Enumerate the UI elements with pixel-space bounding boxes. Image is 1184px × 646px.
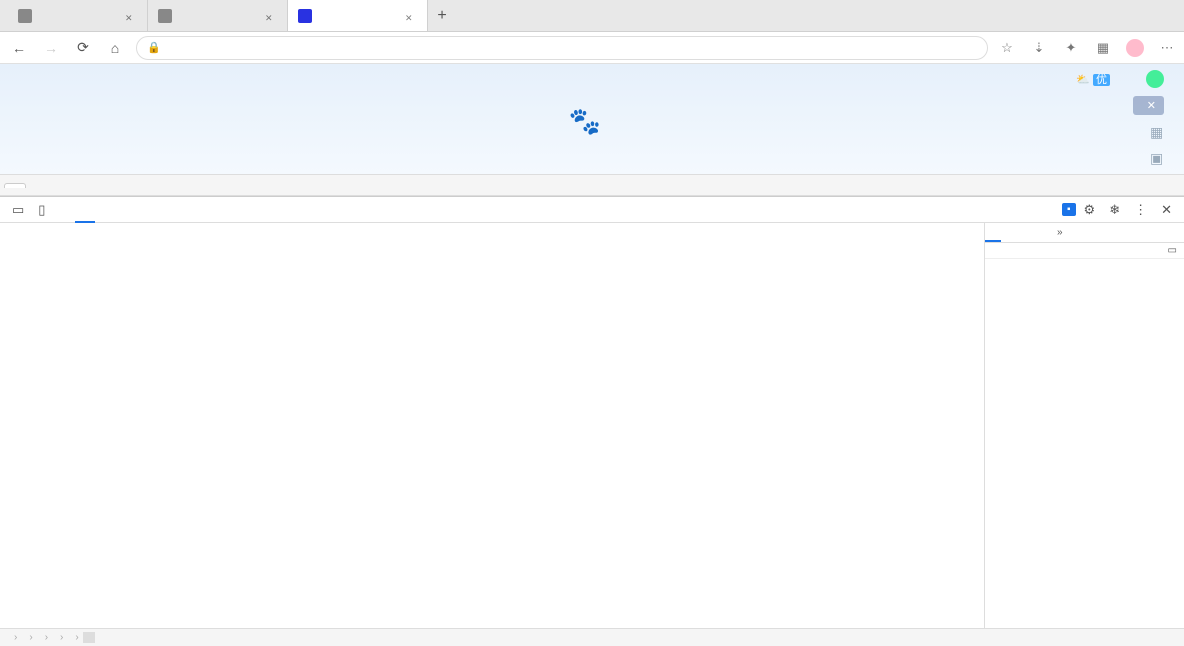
- tab-1[interactable]: [148, 0, 288, 31]
- dt-tab-elements[interactable]: [75, 197, 95, 223]
- dock-icon[interactable]: ▭: [1165, 245, 1180, 256]
- crumb[interactable]: [37, 632, 52, 643]
- elements-panel[interactable]: [0, 223, 984, 628]
- events-tab[interactable]: [1033, 223, 1049, 242]
- user-info[interactable]: [1146, 70, 1168, 88]
- address-bar: ← → ⟳ ⌂ 🔒 ☆ ⇣ ✦ ▦ ⋯: [0, 32, 1184, 64]
- filter-input[interactable]: [989, 245, 1147, 256]
- forward-button[interactable]: →: [40, 37, 62, 59]
- qr-icon[interactable]: ▦: [1150, 124, 1166, 140]
- more-tabs[interactable]: »: [1049, 223, 1071, 242]
- site-tab[interactable]: [4, 183, 26, 188]
- menu-icon[interactable]: ⋯: [1158, 39, 1176, 57]
- crumb[interactable]: [67, 632, 82, 643]
- page-top-nav: ⛅ 优: [0, 64, 1184, 94]
- inspect-icon[interactable]: ▭: [6, 197, 30, 223]
- dt-tab-sources[interactable]: [119, 197, 139, 223]
- styles-body[interactable]: [985, 259, 1184, 628]
- dt-tab-network[interactable]: [141, 197, 161, 223]
- devtools-tabs: ▭ ▯ ▪ ⚙ ❄ ⋮ ✕: [0, 197, 1184, 223]
- close-icon[interactable]: [265, 10, 277, 22]
- dt-tab-welcome[interactable]: [53, 197, 73, 223]
- site-tab-strip: [0, 174, 1184, 196]
- layout-tab[interactable]: [1017, 223, 1033, 242]
- puzzle-icon[interactable]: ✦: [1062, 39, 1080, 57]
- grid-icon[interactable]: ▦: [1094, 39, 1112, 57]
- dt-tab-security[interactable]: [229, 197, 249, 223]
- snowflake-icon[interactable]: ❄: [1103, 197, 1126, 223]
- url-box[interactable]: 🔒: [136, 36, 988, 60]
- avatar-icon: [1146, 70, 1164, 88]
- skin-icon[interactable]: ▣: [1150, 150, 1166, 166]
- window-close-button[interactable]: [1144, 0, 1184, 31]
- download-icon[interactable]: ⇣: [1030, 39, 1048, 57]
- reload-button[interactable]: ⟳: [72, 37, 94, 59]
- home-button[interactable]: ⌂: [104, 37, 126, 59]
- paw-icon: 🐾: [569, 106, 601, 137]
- styles-panel: » ▭: [984, 223, 1184, 628]
- tab-0[interactable]: [8, 0, 148, 31]
- dt-tab-performance[interactable]: [163, 197, 183, 223]
- close-icon[interactable]: ✕: [1147, 99, 1156, 112]
- styles-tab[interactable]: [985, 223, 1001, 242]
- minimize-button[interactable]: [1064, 0, 1104, 31]
- tab-2[interactable]: [288, 0, 428, 31]
- computed-tab[interactable]: [1001, 223, 1017, 242]
- back-button[interactable]: ←: [8, 37, 30, 59]
- close-icon[interactable]: [125, 10, 137, 22]
- browser-titlebar: +: [0, 0, 1184, 32]
- close-icon[interactable]: [405, 10, 417, 22]
- page-notice[interactable]: ✕: [1133, 96, 1164, 115]
- dt-tab-lighthouse[interactable]: [251, 197, 271, 223]
- lock-icon: 🔒: [147, 41, 161, 54]
- new-tab-button[interactable]: +: [428, 0, 456, 31]
- dt-tab-console[interactable]: [97, 197, 117, 223]
- maximize-button[interactable]: [1104, 0, 1144, 31]
- breadcrumbs: [0, 628, 1184, 646]
- star-icon[interactable]: ☆: [998, 39, 1016, 57]
- gear-icon[interactable]: ⚙: [1078, 197, 1102, 223]
- tab-strip: +: [0, 0, 1064, 31]
- dt-tab-memory[interactable]: [185, 197, 205, 223]
- crumb[interactable]: [21, 632, 36, 643]
- devtools: ▭ ▯ ▪ ⚙ ❄ ⋮ ✕ »: [0, 196, 1184, 646]
- favicon-icon: [18, 9, 32, 23]
- dt-tab-application[interactable]: [207, 197, 227, 223]
- device-icon[interactable]: ▯: [32, 197, 51, 223]
- crumb[interactable]: [83, 632, 95, 643]
- crumb[interactable]: [6, 632, 21, 643]
- weather-widget[interactable]: ⛅ 优: [1076, 71, 1110, 87]
- favicon-icon: [298, 9, 312, 23]
- logo[interactable]: 🐾: [0, 106, 1184, 137]
- window-controls: [1064, 0, 1184, 31]
- kebab-icon[interactable]: ⋮: [1128, 197, 1153, 223]
- devtools-close-icon[interactable]: ✕: [1155, 197, 1178, 223]
- favicon-icon: [158, 9, 172, 23]
- crumb[interactable]: [52, 632, 67, 643]
- avatar-icon[interactable]: [1126, 39, 1144, 57]
- issues-badge[interactable]: ▪: [1062, 203, 1076, 216]
- page-content: ⛅ 优 ✕ ▦ ▣ 🐾: [0, 64, 1184, 174]
